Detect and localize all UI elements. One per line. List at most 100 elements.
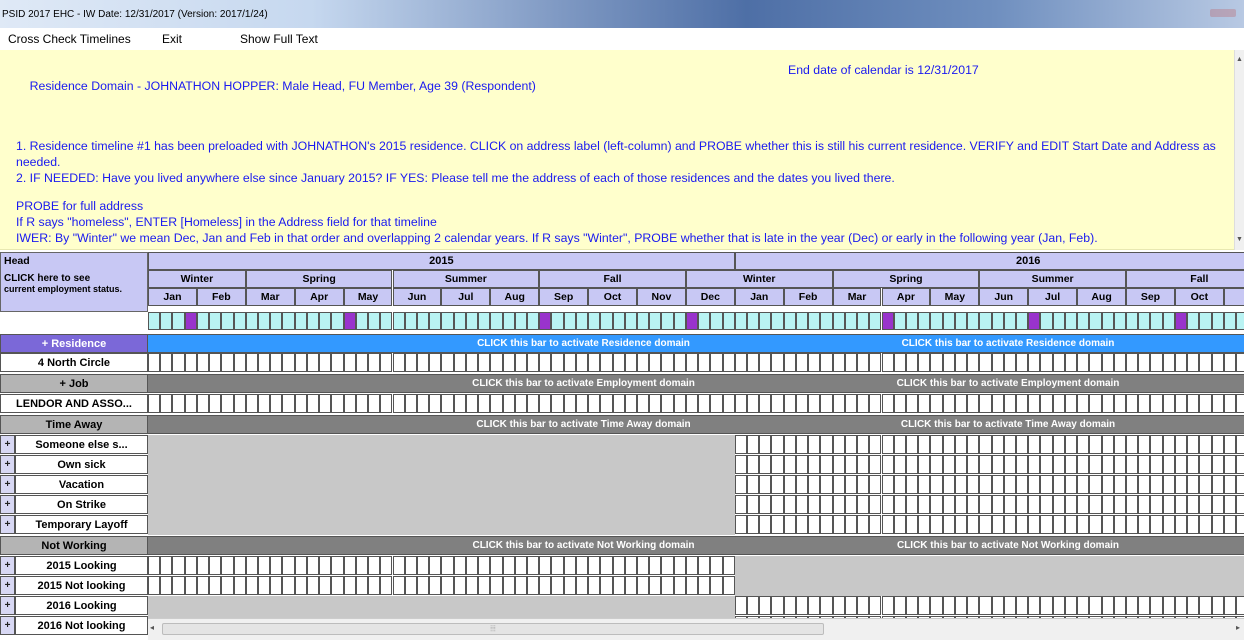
not-working-timeline-cell[interactable] xyxy=(918,596,931,615)
job-timeline-cell[interactable] xyxy=(416,394,430,413)
job-timeline-cell[interactable] xyxy=(624,394,637,413)
not-working-timeline-cell[interactable] xyxy=(734,596,748,615)
not-working-timeline-cell[interactable] xyxy=(1211,596,1224,615)
not-working-timeline-cell[interactable] xyxy=(1113,596,1126,615)
week-cell[interactable] xyxy=(502,312,515,330)
residence-timeline-cell[interactable] xyxy=(453,353,466,372)
not-working-timeline-cell[interactable] xyxy=(539,576,552,595)
job-timeline-cell[interactable] xyxy=(881,394,894,413)
residence-timeline-cell[interactable] xyxy=(270,353,283,372)
week-cell[interactable] xyxy=(649,312,662,330)
week-cell[interactable] xyxy=(172,312,185,330)
not-working-timeline-cell[interactable] xyxy=(685,556,699,575)
not-working-add-button[interactable]: + xyxy=(0,576,15,595)
time-away-timeline-cell[interactable] xyxy=(1211,435,1224,454)
not-working-timeline-cell[interactable] xyxy=(905,596,919,615)
time-away-timeline-cell[interactable] xyxy=(869,495,882,514)
time-away-timeline-cell[interactable] xyxy=(1199,435,1212,454)
time-away-timeline-cell[interactable] xyxy=(930,475,943,494)
job-timeline-cell[interactable] xyxy=(160,394,173,413)
time-away-add-button[interactable]: + xyxy=(0,515,15,534)
time-away-timeline-cell[interactable] xyxy=(857,475,870,494)
not-working-timeline-cell[interactable] xyxy=(209,556,222,575)
time-away-add-button[interactable]: + xyxy=(0,495,15,514)
time-away-timeline-cell[interactable] xyxy=(1150,475,1163,494)
job-timeline-cell[interactable] xyxy=(942,394,955,413)
time-away-timeline-cell[interactable] xyxy=(734,515,748,534)
time-away-timeline-cell[interactable] xyxy=(1236,515,1244,534)
not-working-timeline-cell[interactable] xyxy=(331,556,344,575)
week-cell[interactable] xyxy=(783,312,796,330)
time-away-timeline-cell[interactable] xyxy=(844,435,858,454)
residence-timeline-cell[interactable] xyxy=(343,353,356,372)
not-working-timeline-cell[interactable] xyxy=(759,596,772,615)
residence-timeline-cell[interactable] xyxy=(209,353,222,372)
not-working-timeline-cell[interactable] xyxy=(270,556,283,575)
residence-timeline-cell[interactable] xyxy=(918,353,931,372)
time-away-timeline-cell[interactable] xyxy=(759,495,772,514)
residence-timeline-cell[interactable] xyxy=(967,353,980,372)
not-working-timeline-cell[interactable] xyxy=(967,596,980,615)
time-away-timeline-cell[interactable] xyxy=(1015,495,1029,514)
time-away-timeline-cell[interactable] xyxy=(881,455,894,474)
time-away-timeline-cell[interactable] xyxy=(1174,455,1188,474)
time-away-timeline-cell[interactable] xyxy=(734,435,748,454)
time-away-timeline-cell[interactable] xyxy=(893,455,906,474)
not-working-timeline-cell[interactable] xyxy=(465,556,479,575)
residence-timeline-cell[interactable] xyxy=(795,353,809,372)
time-away-timeline-cell[interactable] xyxy=(771,515,784,534)
residence-timeline-cell[interactable] xyxy=(1174,353,1188,372)
residence-timeline-cell[interactable] xyxy=(1052,353,1065,372)
menu-cross-check-timelines[interactable]: Cross Check Timelines xyxy=(8,32,131,46)
not-working-timeline-cell[interactable] xyxy=(441,576,454,595)
week-cell[interactable] xyxy=(1101,312,1114,330)
not-working-timeline-cell[interactable] xyxy=(355,556,369,575)
not-working-timeline-cell[interactable] xyxy=(661,576,674,595)
not-working-timeline-cell[interactable] xyxy=(954,596,968,615)
time-away-timeline-cell[interactable] xyxy=(967,515,980,534)
job-timeline-cell[interactable] xyxy=(514,394,527,413)
job-timeline-cell[interactable] xyxy=(502,394,515,413)
time-away-timeline-cell[interactable] xyxy=(1162,515,1175,534)
job-domain-label[interactable]: + Job xyxy=(0,374,148,393)
week-cell[interactable] xyxy=(954,312,968,330)
time-away-timeline-cell[interactable] xyxy=(991,515,1004,534)
week-cell[interactable] xyxy=(893,312,906,330)
not-working-timeline-cell[interactable] xyxy=(429,576,442,595)
residence-timeline-cell[interactable] xyxy=(759,353,772,372)
job-timeline-cell[interactable] xyxy=(331,394,344,413)
job-timeline-cell[interactable] xyxy=(209,394,222,413)
head-label-cell[interactable]: Head CLICK here to see current employmen… xyxy=(0,252,148,312)
week-cell[interactable] xyxy=(563,312,576,330)
time-away-timeline-cell[interactable] xyxy=(967,435,980,454)
not-working-timeline-cell[interactable] xyxy=(184,576,197,595)
time-away-timeline-cell[interactable] xyxy=(1187,515,1200,534)
residence-timeline-cell[interactable] xyxy=(172,353,185,372)
time-away-timeline-cell[interactable] xyxy=(1064,475,1078,494)
job-timeline-cell[interactable] xyxy=(148,394,161,413)
job-timeline-cell[interactable] xyxy=(1199,394,1212,413)
not-working-timeline-cell[interactable] xyxy=(600,556,613,575)
not-working-timeline-cell[interactable] xyxy=(771,596,784,615)
job-timeline-cell[interactable] xyxy=(685,394,699,413)
time-away-timeline-cell[interactable] xyxy=(844,515,858,534)
week-cell[interactable] xyxy=(771,312,784,330)
time-away-timeline-cell[interactable] xyxy=(1077,455,1090,474)
time-away-add-button[interactable]: + xyxy=(0,435,15,454)
week-cell[interactable] xyxy=(588,312,601,330)
time-away-timeline-cell[interactable] xyxy=(771,475,784,494)
not-working-row-label[interactable]: 2016 Looking xyxy=(15,596,148,615)
job-timeline-cell[interactable] xyxy=(441,394,454,413)
time-away-timeline-cell[interactable] xyxy=(1052,435,1065,454)
time-away-timeline-cell[interactable] xyxy=(1015,435,1029,454)
time-away-timeline-cell[interactable] xyxy=(832,515,845,534)
time-away-timeline-cell[interactable] xyxy=(991,435,1004,454)
residence-timeline-cell[interactable] xyxy=(624,353,637,372)
week-cell[interactable] xyxy=(1077,312,1090,330)
not-working-timeline-cell[interactable] xyxy=(710,576,723,595)
residence-timeline-cell[interactable] xyxy=(551,353,564,372)
residence-timeline-cell[interactable] xyxy=(1077,353,1090,372)
job-timeline-cell[interactable] xyxy=(991,394,1004,413)
not-working-timeline-cell[interactable] xyxy=(221,556,234,575)
week-cell[interactable] xyxy=(967,312,980,330)
